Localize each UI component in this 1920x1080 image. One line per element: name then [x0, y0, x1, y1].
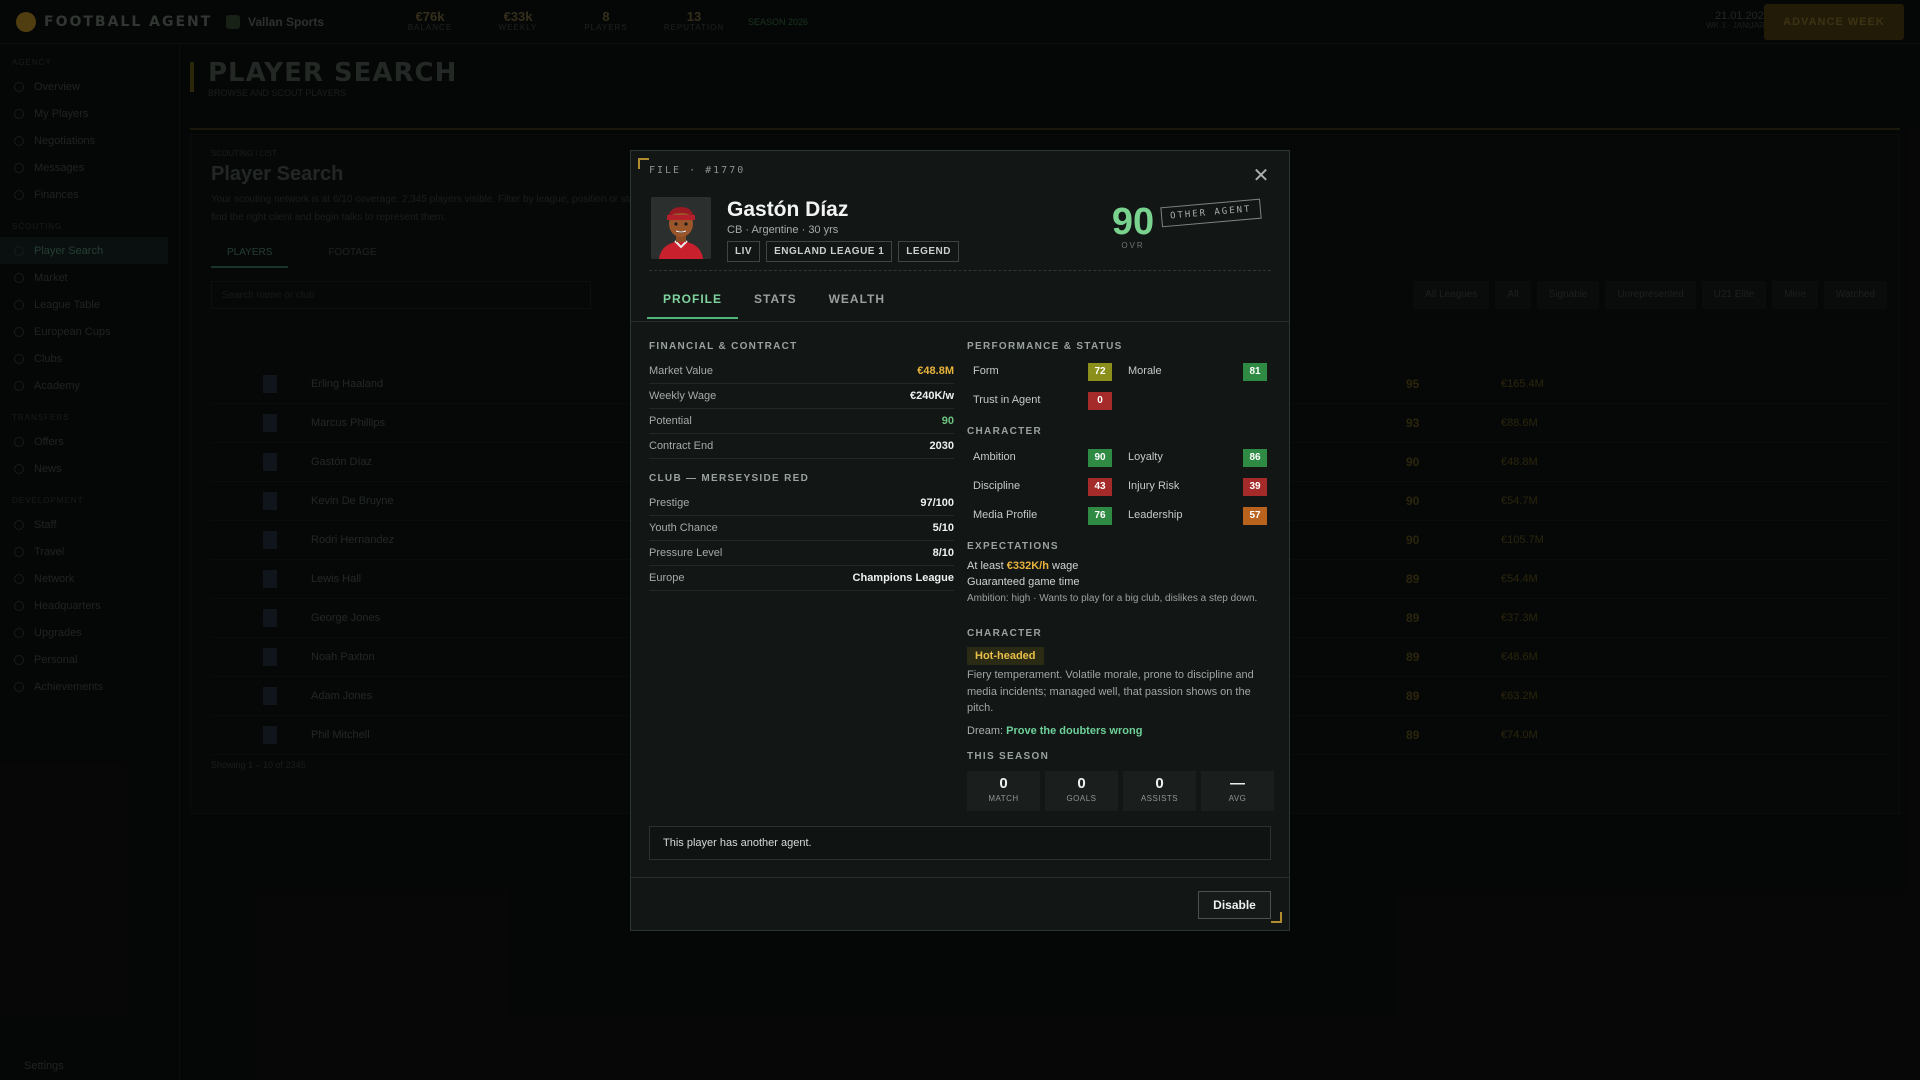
character-attr-badge: 76 — [1088, 507, 1112, 525]
file-number: FILE · #1770 — [649, 165, 746, 176]
tag-league: ENGLAND LEAGUE 1 — [766, 241, 893, 262]
tag-status: LEGEND — [898, 241, 959, 262]
character-attr: Leadership 57 — [1122, 503, 1267, 529]
performance-section-title: PERFORMANCE & STATUS — [967, 341, 1123, 352]
character-attr-badge: 39 — [1243, 478, 1267, 496]
player-file-modal: FILE · #1770 ✕ Gastón Díaz CB · Argentin… — [630, 150, 1290, 931]
character-description: Fiery temperament. Volatile morale, pron… — [967, 669, 1254, 714]
expectations-title: EXPECTATIONS — [967, 541, 1059, 552]
club-row: Prestige 97/100 — [649, 491, 954, 516]
overall-rating: 90 — [1111, 201, 1155, 243]
club-row-value: 97/100 — [920, 497, 954, 509]
modal-tabs: PROFILE STATS WEALTH — [647, 283, 901, 319]
performance-attr-badge: 72 — [1088, 363, 1112, 381]
player-dream: Dream: Prove the doubters wrong — [967, 725, 1143, 737]
tab-wealth[interactable]: WEALTH — [813, 283, 901, 319]
character-attr: Media Profile 76 — [967, 503, 1112, 529]
club-row-value: Champions League — [852, 572, 954, 584]
tag-club: LIV — [727, 241, 761, 262]
character-attrs-title: CHARACTER — [967, 426, 1043, 437]
close-icon[interactable]: ✕ — [1250, 165, 1272, 187]
financial-row-value: €48.8M — [917, 365, 954, 377]
club-row-label: Prestige — [649, 497, 690, 509]
character-attr-badge: 86 — [1243, 449, 1267, 467]
character-attr-label: Ambition — [973, 451, 1016, 463]
player-meta: CB · Argentine · 30 yrs — [727, 224, 839, 236]
financial-row: Market Value €48.8M — [649, 359, 954, 384]
financial-row-value: €240K/w — [909, 390, 954, 402]
character-attr-badge: 90 — [1088, 449, 1112, 467]
club-row: Youth Chance 5/10 — [649, 516, 954, 541]
financial-row: Contract End 2030 — [649, 434, 954, 459]
performance-attr-label: Trust in Agent — [973, 394, 1041, 406]
season-stat-avg: — AVG — [1201, 771, 1274, 811]
header-divider-dashed — [649, 270, 1271, 271]
season-stat-goals: 0 GOALS — [1045, 771, 1118, 811]
character-attr-badge: 57 — [1243, 507, 1267, 525]
performance-attr: Morale 81 — [1122, 359, 1267, 385]
character-attr-label: Media Profile — [973, 509, 1038, 521]
club-row: Pressure Level 8/10 — [649, 541, 954, 566]
character-attr: Injury Risk 39 — [1122, 474, 1267, 500]
club-row-value: 8/10 — [932, 547, 954, 559]
player-portrait-icon — [651, 197, 711, 259]
expected-wage-value: €332K/h — [1006, 560, 1049, 572]
corner-accent-bottom-right — [1271, 912, 1282, 923]
club-row: Europe Champions League — [649, 566, 954, 591]
character-attr-badge: 43 — [1088, 478, 1112, 496]
footer-divider — [631, 877, 1289, 878]
season-stats: 0 MATCH 0 GOALS 0 ASSISTS — AVG — [967, 771, 1274, 811]
tab-stats[interactable]: STATS — [738, 283, 813, 319]
club-row-label: Pressure Level — [649, 547, 723, 559]
performance-attr: Form 72 — [967, 359, 1112, 385]
financial-row-label: Contract End — [649, 440, 714, 452]
financial-row-value: 90 — [941, 415, 954, 427]
other-agent-stamp: OTHER AGENT — [1160, 198, 1262, 228]
character-attr: Loyalty 86 — [1122, 445, 1267, 471]
performance-attr-badge: 81 — [1243, 363, 1267, 381]
character-attr-label: Leadership — [1128, 509, 1183, 521]
financial-row-label: Weekly Wage — [649, 390, 717, 402]
player-avatar — [651, 197, 711, 259]
performance-attr-label: Morale — [1128, 365, 1162, 377]
character-attr: Discipline 43 — [967, 474, 1112, 500]
character-attr-label: Discipline — [973, 480, 1021, 492]
financial-row: Weekly Wage €240K/w — [649, 384, 954, 409]
performance-attr-badge: 0 — [1088, 392, 1112, 410]
agent-notice: This player has another agent. — [649, 826, 1271, 860]
club-row-label: Youth Chance — [649, 522, 718, 534]
performance-attr: Trust in Agent 0 — [967, 388, 1112, 414]
financial-section-title: FINANCIAL & CONTRACT — [649, 341, 798, 352]
club-row-value: 5/10 — [932, 522, 954, 534]
financial-row-label: Potential — [649, 415, 692, 427]
player-tags: LIV ENGLAND LEAGUE 1 LEGEND — [727, 241, 959, 262]
this-season-title: THIS SEASON — [967, 751, 1050, 762]
trait-badge: Hot-headed — [967, 647, 1044, 665]
performance-attr-label: Form — [973, 365, 999, 377]
expectation-wage: At least €332K/h wage — [967, 560, 1079, 572]
corner-accent-top-left — [638, 158, 649, 169]
character-attr: Ambition 90 — [967, 445, 1112, 471]
club-section-title: CLUB — MERSEYSIDE RED — [649, 473, 810, 484]
season-stat-match: 0 MATCH — [967, 771, 1040, 811]
financial-row-value: 2030 — [929, 440, 954, 452]
overall-rating-label: OVR — [1121, 241, 1145, 250]
character-title: CHARACTER — [967, 628, 1043, 639]
expectation-note: Ambition: high · Wants to play for a big… — [967, 593, 1258, 604]
dream-value: Prove the doubters wrong — [1006, 725, 1143, 737]
season-stat-assists: 0 ASSISTS — [1123, 771, 1196, 811]
player-name: Gastón Díaz — [727, 198, 849, 221]
disable-button[interactable]: Disable — [1198, 891, 1271, 919]
character-attr-label: Loyalty — [1128, 451, 1163, 463]
club-row-label: Europe — [649, 572, 685, 584]
character-attr-label: Injury Risk — [1128, 480, 1180, 492]
financial-row-label: Market Value — [649, 365, 713, 377]
tab-underline — [631, 321, 1289, 322]
tab-profile[interactable]: PROFILE — [647, 283, 739, 319]
financial-row: Potential 90 — [649, 409, 954, 434]
expectation-game-time: Guaranteed game time — [967, 576, 1080, 588]
